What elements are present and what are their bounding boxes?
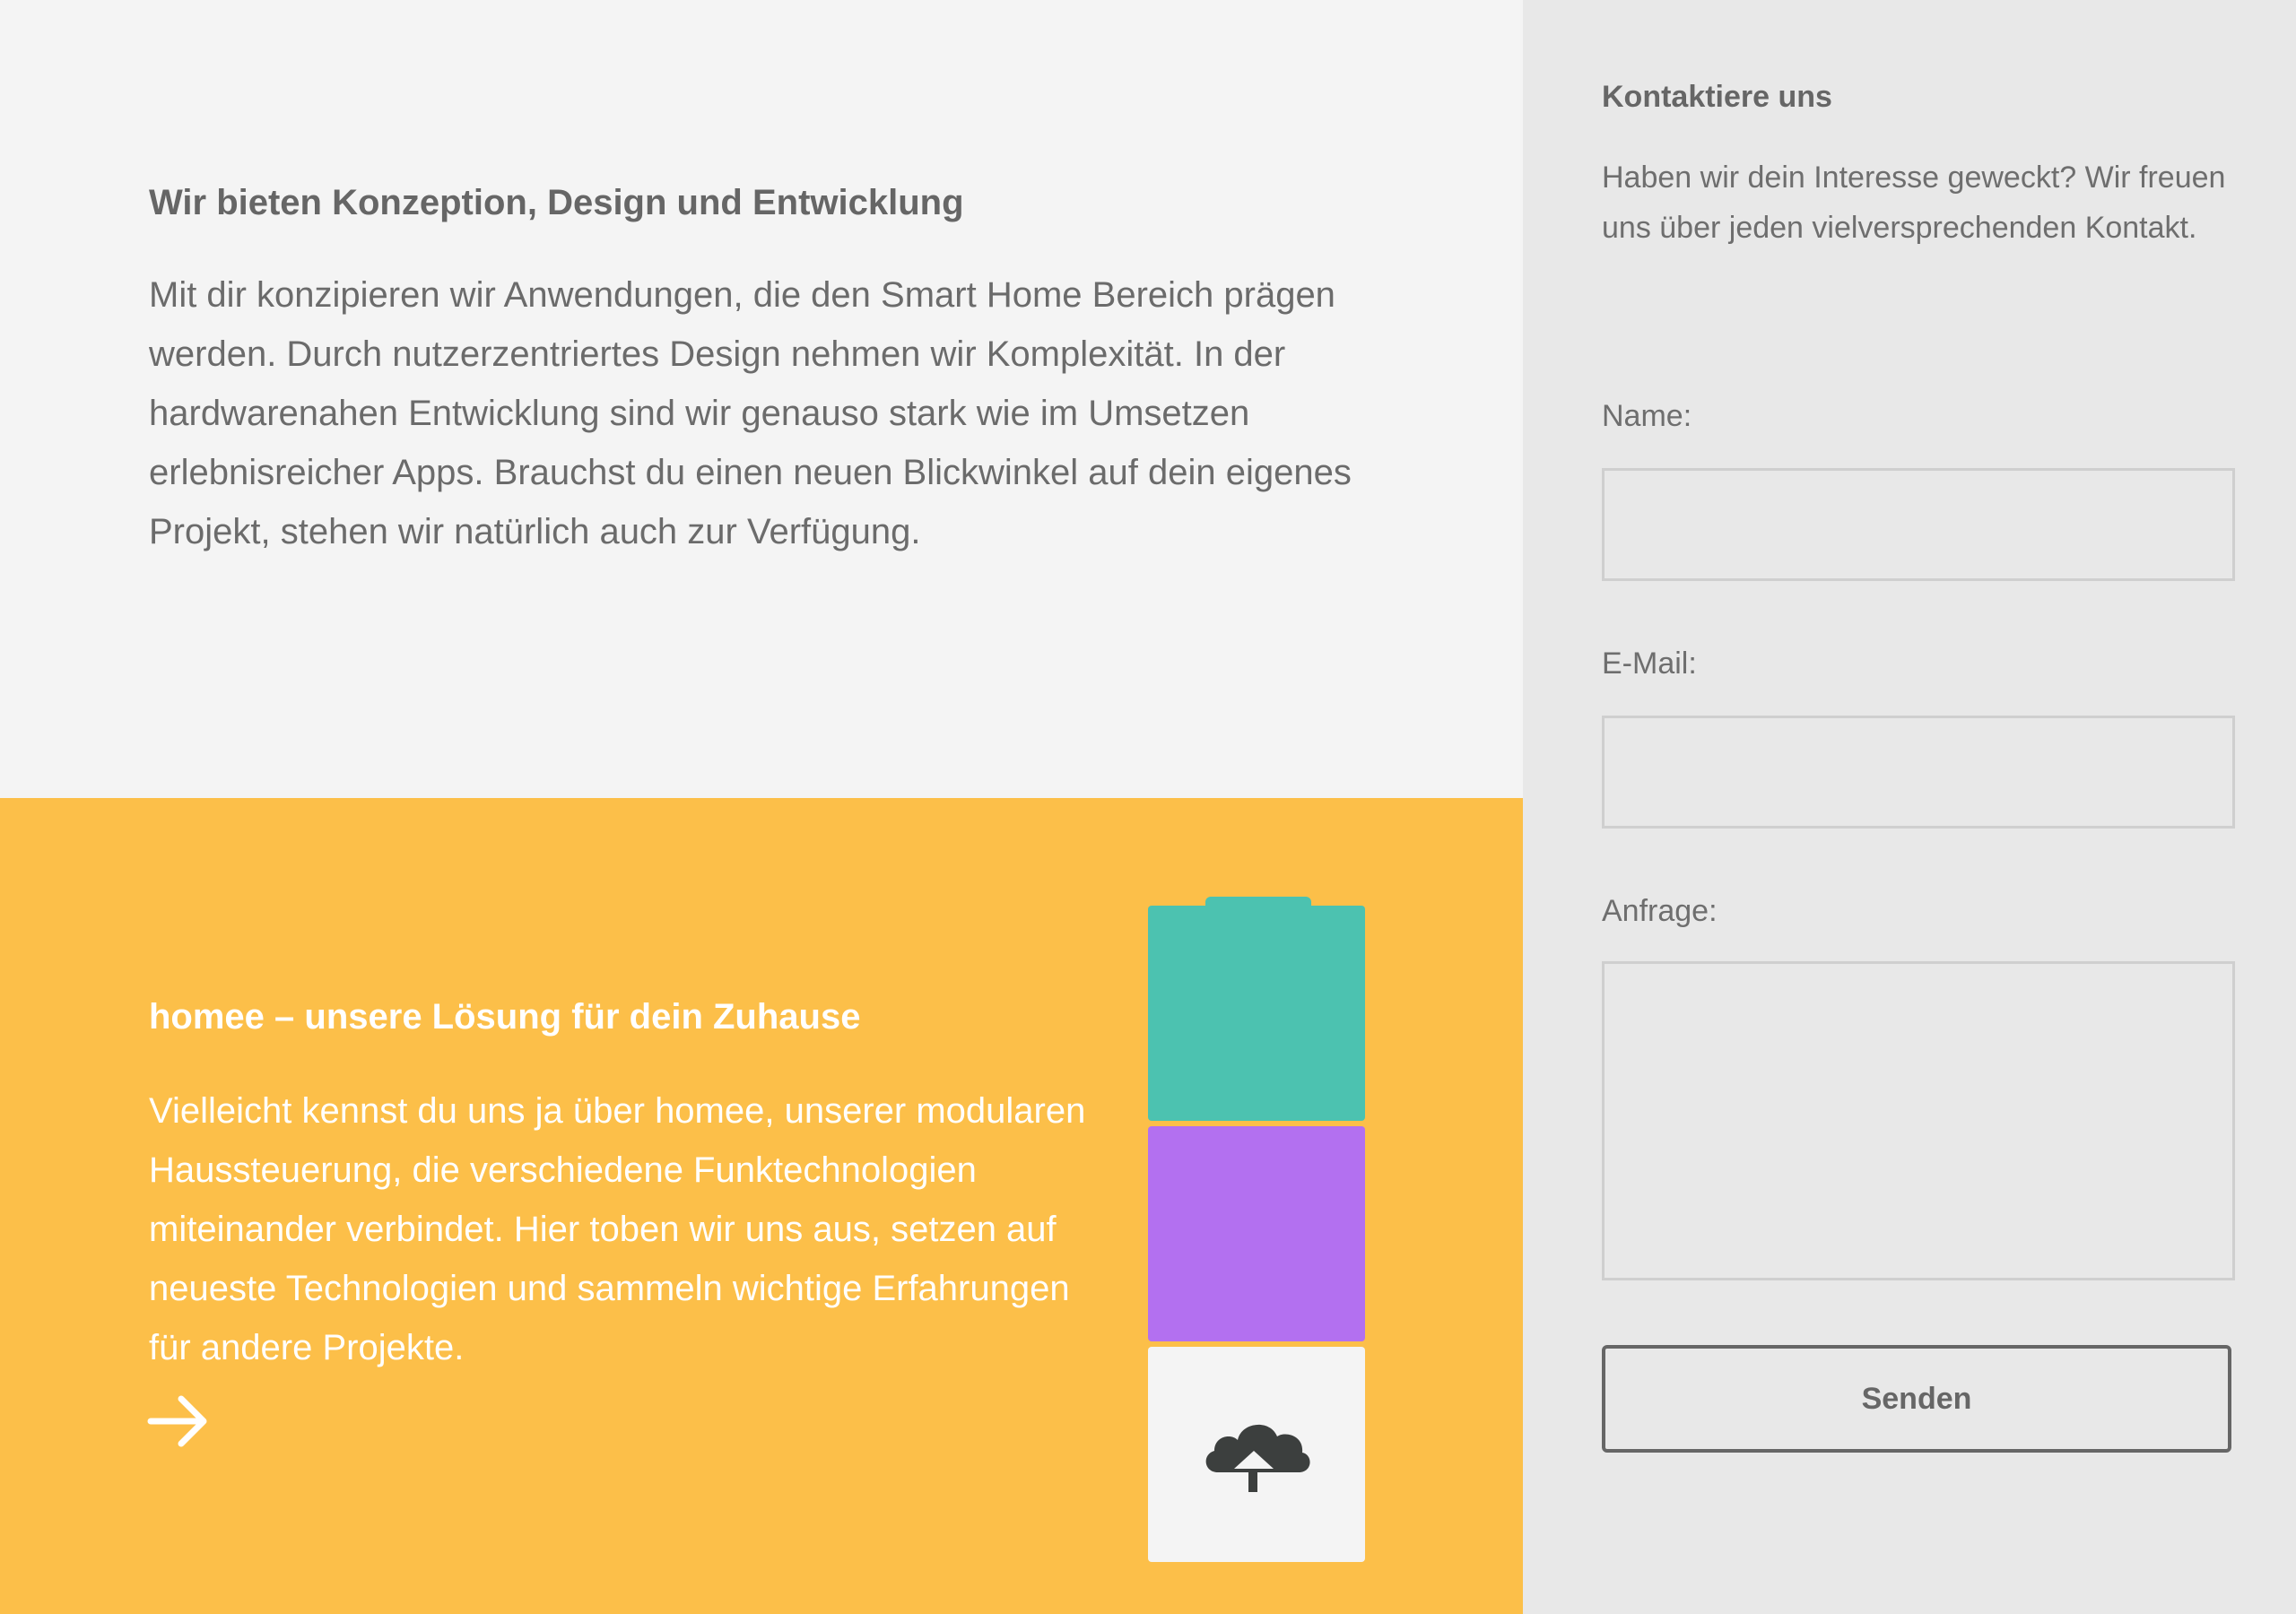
name-field[interactable] [1602,468,2235,581]
intro-heading: Wir bieten Konzeption, Design und Entwic… [149,183,964,222]
send-button[interactable]: Senden [1602,1345,2231,1453]
arrow-right-icon [147,1395,207,1447]
name-label: Name: [1602,399,1692,433]
cloud-home-icon [1205,1424,1310,1492]
contact-description: Haben wir dein Interesse geweckt? Wir fr… [1602,161,2226,245]
contact-title: Kontaktiere uns [1602,80,1832,114]
homee-more-link[interactable] [147,1390,210,1453]
cube-brain [1148,1347,1365,1562]
cube-teal [1148,906,1365,1121]
homee-text: Vielleicht kennst du uns ja über homee, … [149,1091,1086,1367]
homee-cube-stack [1148,897,1365,1562]
homee-heading: homee – unsere Lösung für dein Zuhause [149,997,861,1037]
homee-section: homee – unsere Lösung für dein Zuhause V… [0,798,1523,1614]
request-label: Anfrage: [1602,894,1718,928]
cube-purple [1148,1126,1365,1341]
request-field[interactable] [1602,961,2235,1280]
email-label: E-Mail: [1602,646,1697,681]
intro-section: Wir bieten Konzeption, Design und Entwic… [0,0,1523,798]
intro-text: Mit dir konzipieren wir Anwendungen, die… [149,275,1352,551]
email-field[interactable] [1602,716,2235,829]
